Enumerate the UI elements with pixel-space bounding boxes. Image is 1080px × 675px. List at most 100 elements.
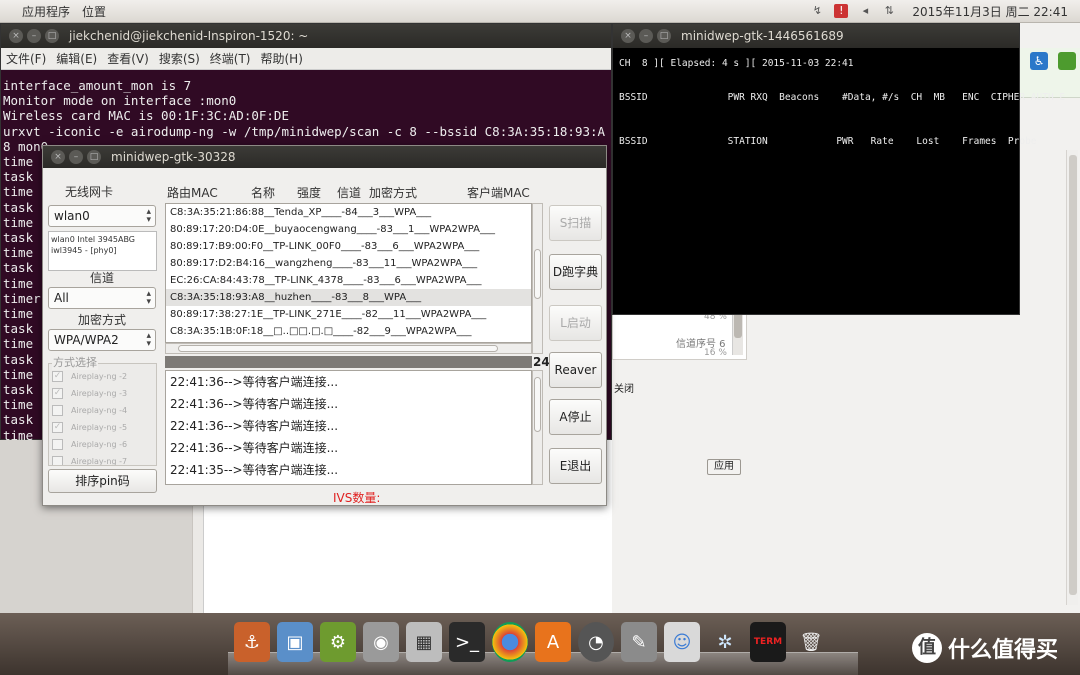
- system-monitor-icon[interactable]: ◔: [578, 622, 614, 662]
- ap-list: C8:3A:35:21:86:88__Tenda_XP____-84___3__…: [165, 203, 532, 343]
- card-info: wlan0 Intel 3945ABG iwl3945 - [phy0]: [48, 231, 157, 271]
- mode-option[interactable]: Aireplay-ng -6: [49, 436, 156, 453]
- progress-value: 24: [533, 355, 550, 369]
- mode-label: Aireplay-ng -6: [71, 440, 128, 449]
- anchor-icon[interactable]: ⚓: [234, 622, 270, 662]
- col-channel: 信道: [337, 186, 362, 200]
- network-icon[interactable]: ✲: [707, 622, 743, 662]
- watermark: 值 什么值得买: [912, 632, 1058, 664]
- col-mac: 路由MAC: [167, 186, 218, 200]
- log-vscroll[interactable]: [532, 370, 543, 485]
- image-viewer-icon[interactable]: ▣: [277, 622, 313, 662]
- settings-scrollbar[interactable]: [1066, 150, 1078, 605]
- ap-list-vscroll[interactable]: [532, 203, 543, 354]
- clock[interactable]: 2015年11月3日 周二 22:41: [912, 3, 1068, 20]
- stop-button[interactable]: A停止: [549, 399, 602, 435]
- checkbox-icon[interactable]: [52, 456, 63, 465]
- reaver-button[interactable]: Reaver: [549, 352, 602, 388]
- mode-label: Aireplay-ng -4: [71, 406, 128, 415]
- scan-button[interactable]: S扫描: [549, 205, 602, 241]
- menu-edit[interactable]: 编辑(E): [51, 50, 102, 67]
- notification-icon[interactable]: !: [834, 4, 849, 18]
- ap-row[interactable]: 80:89:17:20:D4:0E__buyaocengwang____-83_…: [166, 221, 531, 238]
- ap-list-hscroll[interactable]: [165, 343, 532, 354]
- mode-option[interactable]: ✓ Aireplay-ng -2: [49, 368, 156, 385]
- checked-checkbox-icon[interactable]: ✓: [52, 388, 63, 399]
- menu-file[interactable]: 文件(F): [1, 50, 51, 67]
- sort-pin-button[interactable]: 排序pin码: [48, 469, 157, 493]
- spin-icon: ▴ ▾: [146, 331, 151, 349]
- checked-checkbox-icon[interactable]: ✓: [52, 422, 63, 433]
- volume-icon[interactable]: ◂: [858, 4, 872, 18]
- close-icon[interactable]: ×: [9, 29, 23, 43]
- camera-icon[interactable]: ◉: [363, 622, 399, 662]
- archive-icon[interactable]: A: [535, 622, 571, 662]
- mode-option[interactable]: ✓ Aireplay-ng -3: [49, 385, 156, 402]
- dialog-titlebar[interactable]: × – □ minidwep-gtk-30328: [43, 146, 606, 168]
- ap-row[interactable]: C8:3A:35:21:86:88__Tenda_XP____-84___3__…: [166, 204, 531, 221]
- ap-row[interactable]: 80:89:17:38:27:1E__TP-LINK_271E____-82__…: [166, 306, 531, 323]
- checkbox-icon[interactable]: [52, 439, 63, 450]
- col-encryption: 加密方式: [369, 186, 418, 200]
- start-button[interactable]: L启动: [549, 305, 602, 341]
- menu-help[interactable]: 帮助(H): [256, 50, 308, 67]
- ap-row[interactable]: C8:3A:35:1B:0F:18__□..□□.□.□____-82___9_…: [166, 323, 531, 340]
- card-select[interactable]: wlan0 ▴ ▾: [48, 205, 156, 227]
- apply-button[interactable]: 应用: [707, 459, 741, 475]
- terminal-titlebar[interactable]: × – □ jiekchenid@jiekchenid-Inspiron-152…: [1, 24, 611, 48]
- mode-group-title: 方式选择: [52, 354, 98, 370]
- exit-button[interactable]: E退出: [549, 448, 602, 484]
- channel-label: 信道: [90, 271, 115, 285]
- ap-row[interactable]: C8:3A:35:18:93:A8__huzhen____-83___8___W…: [166, 289, 531, 306]
- green-icon[interactable]: [1058, 52, 1076, 70]
- mode-option[interactable]: Aireplay-ng -4: [49, 402, 156, 419]
- trash-icon[interactable]: 🗑: [793, 622, 829, 662]
- dialog-title: minidwep-gtk-30328: [111, 150, 236, 164]
- watermark-logo-icon: 值: [912, 633, 942, 663]
- dock: ⚓ ▣ ⚙ ◉ ▦ >_ A ◔ ✎ ☺ ✲ TERM 🗑: [234, 622, 829, 662]
- checkbox-icon[interactable]: [52, 405, 63, 416]
- signal-percent-2: 16 %: [704, 348, 727, 358]
- menu-view[interactable]: 查看(V): [102, 50, 154, 67]
- xterm-icon[interactable]: TERM: [750, 622, 786, 662]
- close-icon[interactable]: ×: [621, 29, 635, 43]
- encryption-label: 加密方式: [78, 313, 127, 327]
- airodump-titlebar[interactable]: × – □ minidwep-gtk-1446561689: [613, 24, 1019, 48]
- terminal-line: Wireless card MAC is 00:1F:3C:AD:0F:DE: [3, 108, 289, 124]
- calculator-icon[interactable]: ▦: [406, 622, 442, 662]
- network-tray-icon[interactable]: ⇅: [882, 4, 896, 18]
- dictionary-button[interactable]: D跑字典: [549, 254, 602, 290]
- settings-icon[interactable]: ✎: [621, 622, 657, 662]
- checked-checkbox-icon[interactable]: ✓: [52, 371, 63, 382]
- ap-row[interactable]: 80:89:17:D2:B4:16__wangzheng____-83___11…: [166, 255, 531, 272]
- mode-option[interactable]: Aireplay-ng -7: [49, 453, 156, 465]
- ap-row[interactable]: 80:89:17:B9:00:F0__TP-LINK_00F0____-83__…: [166, 238, 531, 255]
- mode-option[interactable]: ✓ Aireplay-ng -5: [49, 419, 156, 436]
- maximize-icon[interactable]: □: [657, 29, 671, 43]
- menu-search[interactable]: 搜索(S): [154, 50, 205, 67]
- close-icon[interactable]: ×: [51, 150, 65, 164]
- log-row: 22:41:36-->等待客户端连接...: [170, 419, 339, 433]
- maximize-icon[interactable]: □: [87, 150, 101, 164]
- menu-places[interactable]: 位置: [78, 3, 114, 20]
- maximize-icon[interactable]: □: [45, 29, 59, 43]
- station-columns: BSSID STATION PWR Rate Lost Frames Probe: [619, 136, 1037, 147]
- chrome-icon[interactable]: [492, 622, 528, 662]
- card-info-text: wlan0 Intel 3945ABG iwl3945 - [phy0]: [51, 235, 136, 255]
- terminal-icon[interactable]: >_: [449, 622, 485, 662]
- minimize-icon[interactable]: –: [639, 29, 653, 43]
- menu-terminal[interactable]: 终端(T): [205, 50, 256, 67]
- ap-row[interactable]: EC:26:CA:84:43:78__TP-LINK_4378____-83__…: [166, 272, 531, 289]
- log-row: 22:41:36-->等待客户端连接...: [170, 441, 339, 455]
- messenger-icon[interactable]: ☺: [664, 622, 700, 662]
- encryption-select[interactable]: WPA/WPA2 ▴ ▾: [48, 329, 156, 351]
- minimize-icon[interactable]: –: [69, 150, 83, 164]
- col-name: 名称: [251, 186, 276, 200]
- accessibility-icon[interactable]: ♿: [1030, 52, 1048, 70]
- power-icon[interactable]: ↯: [810, 4, 824, 18]
- menu-applications[interactable]: 应用程序: [0, 3, 78, 20]
- log-row: 22:41:35-->等待客户端连接...: [170, 463, 339, 477]
- channel-select[interactable]: All ▴ ▾: [48, 287, 156, 309]
- software-center-icon[interactable]: ⚙: [320, 622, 356, 662]
- minimize-icon[interactable]: –: [27, 29, 41, 43]
